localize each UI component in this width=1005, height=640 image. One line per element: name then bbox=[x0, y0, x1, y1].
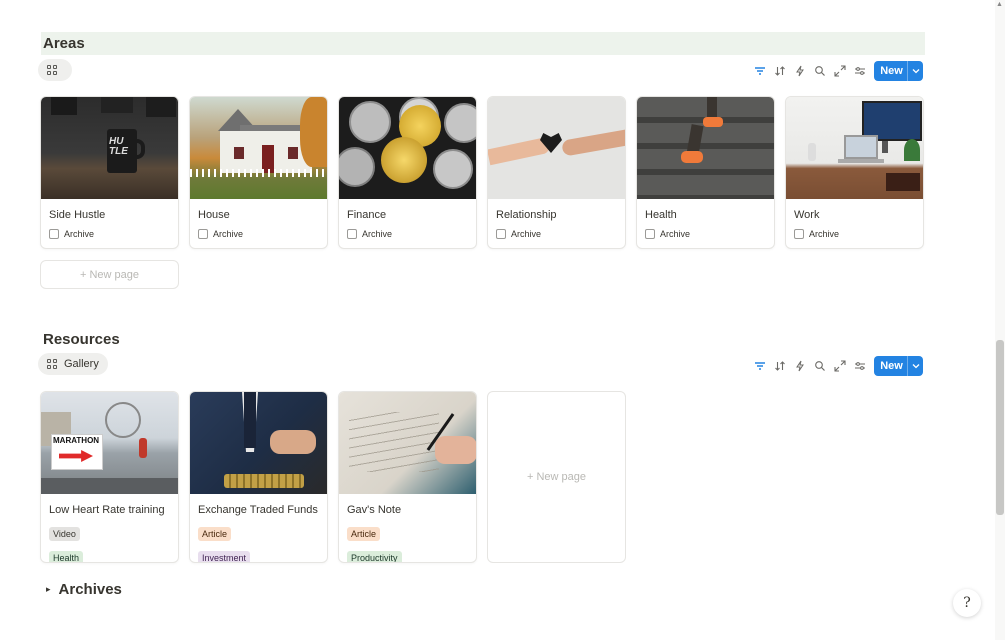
area-card-health[interactable]: Health Archive bbox=[636, 96, 775, 249]
archive-checkbox[interactable] bbox=[198, 229, 208, 239]
new-page-label: + New page bbox=[526, 471, 586, 483]
new-button-label: New bbox=[880, 65, 903, 77]
help-button[interactable]: ? bbox=[953, 589, 981, 617]
archive-property: Archive bbox=[645, 229, 774, 239]
areas-new-page-button[interactable]: + New page bbox=[40, 260, 179, 289]
archives-toggle[interactable]: ▸ Archives bbox=[46, 581, 122, 598]
card-title: House bbox=[198, 209, 230, 221]
cover-caption: MARATHON bbox=[53, 436, 100, 445]
card-title: Exchange Traded Funds bbox=[198, 504, 318, 516]
cover-image bbox=[339, 97, 476, 199]
cover-image bbox=[786, 97, 923, 199]
area-card-finance[interactable]: Finance Archive bbox=[338, 96, 477, 249]
resources-header: Resources bbox=[41, 328, 925, 351]
cover-image bbox=[190, 97, 327, 199]
cover-image bbox=[488, 97, 625, 199]
archives-title: Archives bbox=[58, 581, 122, 598]
area-tag: Investment bbox=[198, 551, 251, 562]
resources-title[interactable]: Resources bbox=[43, 331, 120, 348]
area-tag: Health bbox=[49, 551, 84, 562]
settings-icon[interactable] bbox=[850, 61, 870, 81]
cover-image bbox=[339, 392, 476, 494]
resources-toolbar bbox=[750, 356, 870, 376]
archive-property: Archive bbox=[198, 229, 327, 239]
archive-label: Archive bbox=[511, 229, 542, 239]
search-icon[interactable] bbox=[810, 61, 830, 81]
tag-row: Article bbox=[190, 524, 327, 542]
gallery-icon bbox=[47, 64, 58, 76]
areas-toolbar bbox=[750, 61, 870, 81]
areas-header: Areas bbox=[41, 32, 925, 55]
area-card-relationship[interactable]: Relationship Archive bbox=[487, 96, 626, 249]
archive-label: Archive bbox=[362, 229, 393, 239]
archive-label: Archive bbox=[213, 229, 244, 239]
card-title: Work bbox=[794, 209, 820, 221]
archive-label: Archive bbox=[660, 229, 691, 239]
cover-image bbox=[190, 392, 327, 494]
tag-row: Health bbox=[41, 548, 178, 562]
filter-icon[interactable] bbox=[750, 61, 770, 81]
area-tag: Productivity bbox=[347, 551, 402, 562]
archive-checkbox[interactable] bbox=[794, 229, 804, 239]
new-button-label: New bbox=[880, 360, 903, 372]
scroll-up-icon[interactable]: ▲ bbox=[996, 1, 1003, 8]
expand-icon[interactable] bbox=[830, 61, 850, 81]
cover-image bbox=[637, 97, 774, 199]
gallery-icon bbox=[47, 358, 58, 370]
card-title: Health bbox=[645, 209, 677, 221]
scrollbar-thumb[interactable] bbox=[996, 340, 1004, 515]
filter-icon[interactable] bbox=[750, 356, 770, 376]
cover-image: HU TLE bbox=[41, 97, 178, 199]
sort-icon[interactable] bbox=[770, 356, 790, 376]
tag-row: Productivity bbox=[339, 548, 476, 562]
automation-icon[interactable] bbox=[790, 61, 810, 81]
archive-property: Archive bbox=[347, 229, 476, 239]
archive-property: Archive bbox=[794, 229, 923, 239]
tag-row: Video bbox=[41, 524, 178, 542]
tag-row: Investment bbox=[190, 548, 327, 562]
area-card-work[interactable]: Work Archive bbox=[785, 96, 924, 249]
card-title: Finance bbox=[347, 209, 387, 221]
chevron-down-icon[interactable] bbox=[907, 356, 923, 376]
area-card-side-hustle[interactable]: HU TLE Side Hustle Archive bbox=[40, 96, 179, 249]
areas-view-tab[interactable] bbox=[38, 59, 72, 81]
resources-new-page-card[interactable]: + New page bbox=[487, 391, 626, 563]
tag-row: Article bbox=[339, 524, 476, 542]
toggle-triangle-icon[interactable]: ▸ bbox=[46, 584, 51, 595]
expand-icon[interactable] bbox=[830, 356, 850, 376]
archive-label: Archive bbox=[64, 229, 95, 239]
resource-card-low-heart-rate[interactable]: MARATHON Low Heart Rate training Video H… bbox=[40, 391, 179, 563]
card-title: Gav's Note bbox=[347, 504, 402, 516]
scrollbar-track[interactable] bbox=[995, 0, 1005, 640]
resources-view-tab[interactable]: Gallery bbox=[38, 353, 108, 375]
resource-card-etf[interactable]: Exchange Traded Funds Article Investment bbox=[189, 391, 328, 563]
search-icon[interactable] bbox=[810, 356, 830, 376]
resource-card-gavs-note[interactable]: Gav's Note Article Productivity bbox=[338, 391, 477, 563]
card-title: Side Hustle bbox=[49, 209, 106, 221]
type-tag: Video bbox=[49, 527, 80, 541]
settings-icon[interactable] bbox=[850, 356, 870, 376]
new-page-label: + New page bbox=[79, 268, 139, 281]
archive-checkbox[interactable] bbox=[347, 229, 357, 239]
automation-icon[interactable] bbox=[790, 356, 810, 376]
area-card-house[interactable]: House Archive bbox=[189, 96, 328, 249]
card-title: Relationship bbox=[496, 209, 557, 221]
areas-new-button[interactable]: New bbox=[874, 61, 923, 81]
type-tag: Article bbox=[347, 527, 381, 541]
archive-property: Archive bbox=[496, 229, 625, 239]
resources-new-button[interactable]: New bbox=[874, 356, 923, 376]
archive-property: Archive bbox=[49, 229, 178, 239]
archive-checkbox[interactable] bbox=[49, 229, 59, 239]
card-title: Low Heart Rate training bbox=[49, 504, 165, 516]
chevron-down-icon[interactable] bbox=[907, 61, 923, 81]
archive-checkbox[interactable] bbox=[645, 229, 655, 239]
help-icon: ? bbox=[963, 595, 971, 611]
sort-icon[interactable] bbox=[770, 61, 790, 81]
cover-image: MARATHON bbox=[41, 392, 178, 494]
view-tab-label: Gallery bbox=[64, 358, 99, 370]
type-tag: Article bbox=[198, 527, 232, 541]
archive-label: Archive bbox=[809, 229, 840, 239]
areas-title[interactable]: Areas bbox=[43, 35, 85, 52]
archive-checkbox[interactable] bbox=[496, 229, 506, 239]
